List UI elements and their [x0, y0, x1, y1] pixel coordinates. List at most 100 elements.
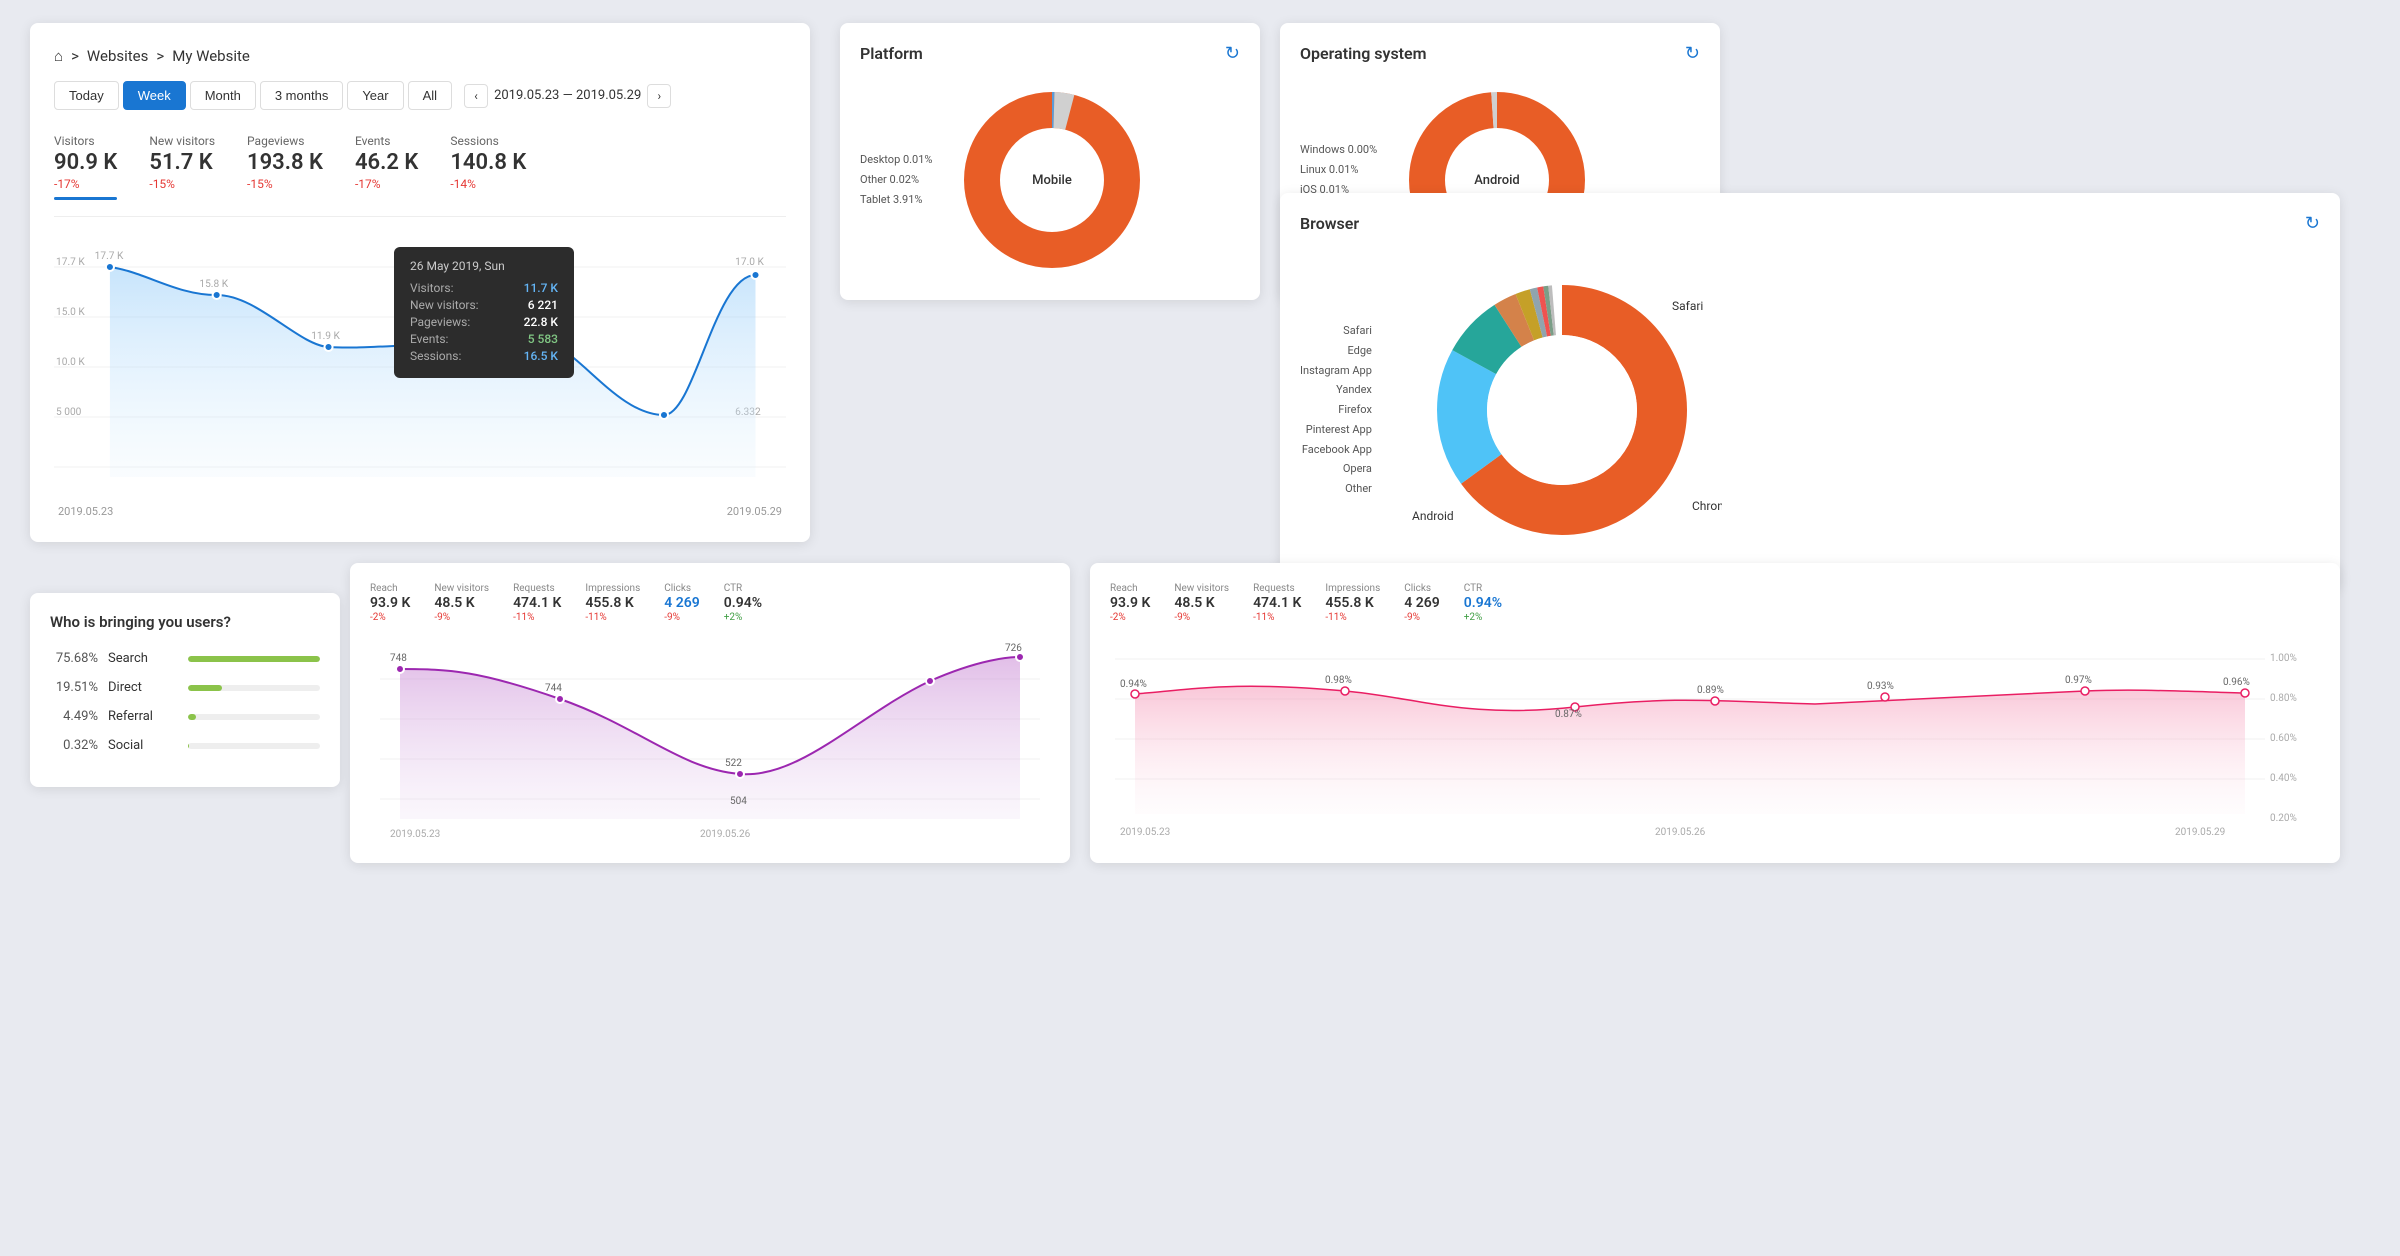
reach-stat-clicks: Clicks 4 269 -9%	[664, 583, 699, 623]
svg-text:726: 726	[1005, 643, 1022, 654]
stat-pageviews: Pageviews 193.8 K -15%	[247, 134, 323, 200]
breadcrumb-websites[interactable]: Websites	[87, 47, 148, 65]
svg-text:504: 504	[730, 796, 747, 807]
platform-card-header: Platform ↻	[860, 43, 1240, 64]
platform-label-other: Other 0.02%	[860, 170, 932, 190]
os-title: Operating system	[1300, 44, 1427, 63]
browser-label-yandex: Yandex	[1300, 380, 1372, 400]
ctr-stat-requests: Requests 474.1 K -11%	[1253, 583, 1301, 623]
svg-text:0.20%: 0.20%	[2270, 813, 2297, 824]
ctr-stat-clicks: Clicks 4 269 -9%	[1404, 583, 1439, 623]
time-filters: Today Week Month 3 months Year All ‹ 201…	[54, 81, 786, 110]
svg-text:Android: Android	[1474, 173, 1520, 188]
stat-visitors-change: -17%	[54, 177, 117, 191]
prev-date-button[interactable]: ‹	[464, 84, 488, 108]
svg-text:0.94%: 0.94%	[1120, 679, 1147, 690]
svg-text:0.60%: 0.60%	[2270, 733, 2297, 744]
stat-sessions-value: 140.8 K	[450, 150, 526, 175]
browser-chart-android-label: Android	[1412, 509, 1454, 523]
date-end: 2019.05.29	[727, 505, 782, 518]
stat-visitors-value: 90.9 K	[54, 150, 117, 175]
stat-sessions-label: Sessions	[450, 134, 526, 148]
filter-all[interactable]: All	[408, 81, 452, 110]
svg-text:11.7 K: 11.7 K	[413, 329, 442, 340]
browser-refresh-icon[interactable]: ↻	[2305, 213, 2320, 234]
stat-sessions: Sessions 140.8 K -14%	[450, 134, 526, 200]
reach-stat-ctr: CTR 0.94% +2%	[724, 583, 762, 623]
date-start: 2019.05.23	[58, 505, 113, 518]
stat-events-change: -17%	[355, 177, 418, 191]
browser-label-opera: Opera	[1300, 459, 1372, 479]
svg-text:748: 748	[390, 653, 407, 664]
date-navigation: ‹ 2019.05.23 — 2019.05.29 ›	[464, 84, 671, 108]
svg-text:5 000: 5 000	[56, 407, 82, 418]
source-direct-name: Direct	[108, 680, 178, 695]
stat-visitors: Visitors 90.9 K -17%	[54, 134, 117, 200]
ctr-chart[interactable]: 1.00% 0.80% 0.60% 0.40% 0.20% 0.94% 0.98…	[1110, 639, 2320, 839]
svg-text:17.7 K: 17.7 K	[95, 251, 124, 262]
browser-chart-safari-label: Safari	[1672, 299, 1703, 313]
next-date-button[interactable]: ›	[647, 84, 671, 108]
svg-text:0.97%: 0.97%	[2065, 675, 2092, 686]
stat-pageviews-change: -15%	[247, 177, 323, 191]
svg-text:2019.05.29: 2019.05.29	[2175, 827, 2225, 838]
svg-text:0.93%: 0.93%	[1867, 681, 1894, 692]
svg-text:Mobile: Mobile	[1033, 173, 1073, 188]
svg-text:15.0 K: 15.0 K	[56, 307, 85, 318]
filter-3months[interactable]: 3 months	[260, 81, 343, 110]
stat-visitors-label: Visitors	[54, 134, 117, 148]
ctr-stats-row: Reach 93.9 K -2% New visitors 48.5 K -9%…	[1110, 583, 2320, 623]
stat-new-visitors: New visitors 51.7 K -15%	[149, 134, 215, 200]
source-search: 75.68% Search	[50, 651, 320, 666]
svg-text:17.7 K: 17.7 K	[56, 257, 85, 268]
filter-month[interactable]: Month	[190, 81, 256, 110]
browser-card-header: Browser ↻	[1300, 213, 2320, 234]
reach-chart[interactable]: 748 744 522 504 726 2019.05.23 2019.05.2…	[370, 639, 1050, 839]
stat-new-visitors-change: -15%	[149, 177, 215, 191]
svg-text:11.9 K: 11.9 K	[311, 331, 340, 342]
os-refresh-icon[interactable]: ↻	[1685, 43, 1700, 64]
svg-text:15.8 K: 15.8 K	[199, 279, 228, 290]
ctr-stat-new-visitors: New visitors 48.5 K -9%	[1174, 583, 1229, 623]
svg-text:522: 522	[725, 758, 742, 769]
stat-events-value: 46.2 K	[355, 150, 418, 175]
svg-text:744: 744	[545, 683, 562, 694]
reach-stat-impressions: Impressions 455.8 K -11%	[585, 583, 640, 623]
filter-year[interactable]: Year	[347, 81, 403, 110]
platform-refresh-icon[interactable]: ↻	[1225, 43, 1240, 64]
browser-label-firefox: Firefox	[1300, 400, 1372, 420]
source-referral-bar	[188, 714, 196, 720]
os-label-linux: Linux 0.01%	[1300, 160, 1377, 180]
breadcrumb-sep2: >	[156, 47, 164, 65]
svg-text:0.89%: 0.89%	[1697, 685, 1724, 696]
stat-pageviews-value: 193.8 K	[247, 150, 323, 175]
svg-text:2019.05.26: 2019.05.26	[1655, 827, 1706, 838]
source-search-bar	[188, 656, 320, 662]
browser-label-edge: Edge	[1300, 341, 1372, 361]
os-label-windows: Windows 0.00%	[1300, 140, 1377, 160]
filter-today[interactable]: Today	[54, 81, 119, 110]
svg-text:17.0 K: 17.0 K	[735, 257, 764, 268]
source-referral: 4.49% Referral	[50, 709, 320, 724]
filter-week[interactable]: Week	[123, 81, 186, 110]
breadcrumb: ⌂ > Websites > My Website	[54, 47, 786, 65]
reach-stats-row: Reach 93.9 K -2% New visitors 48.5 K -9%…	[370, 583, 1050, 623]
platform-title: Platform	[860, 44, 923, 63]
stat-new-visitors-label: New visitors	[149, 134, 215, 148]
svg-text:1.00%: 1.00%	[2270, 653, 2297, 664]
stat-events: Events 46.2 K -17%	[355, 134, 418, 200]
visitors-chart[interactable]: 17.7 K 15.0 K 10.0 K 5 000 17.0 K 6.332	[54, 237, 786, 497]
source-search-pct: 75.68%	[50, 651, 98, 666]
source-referral-pct: 4.49%	[50, 709, 98, 724]
platform-donut-area: Desktop 0.01% Other 0.02% Tablet 3.91% M…	[860, 80, 1240, 280]
users-title: Who is bringing you users?	[50, 613, 320, 631]
svg-text:0.96%: 0.96%	[2223, 677, 2250, 688]
ctr-stat-ctr: CTR 0.94% +2%	[1464, 583, 1502, 623]
browser-label-other: Other	[1300, 479, 1372, 499]
home-icon: ⌂	[54, 47, 63, 65]
svg-text:0.40%: 0.40%	[2270, 773, 2297, 784]
breadcrumb-current: My Website	[172, 47, 250, 65]
reach-stat-requests: Requests 474.1 K -11%	[513, 583, 561, 623]
breadcrumb-sep1: >	[71, 47, 79, 65]
svg-text:2019.05.23: 2019.05.23	[1120, 827, 1170, 838]
